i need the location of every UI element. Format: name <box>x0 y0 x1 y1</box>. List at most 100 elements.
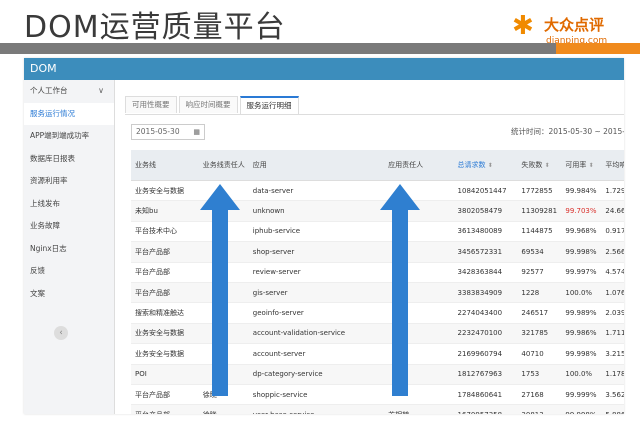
tab-availability-summary[interactable]: 可用性概要 <box>125 96 177 113</box>
table-cell-rate: 99.984% <box>561 180 602 202</box>
table-cell-total: 3428363844 <box>453 262 518 283</box>
table-cell-app: account-validation-service <box>248 323 385 345</box>
sidebar-item-label: APP端到端成功率 <box>30 131 90 140</box>
sidebar-item-release[interactable]: 上线发布 <box>24 193 114 216</box>
sidebar-item-label: 文案 <box>30 288 45 298</box>
table-cell-total: 3613480089 <box>453 221 518 243</box>
table-cell-total: 1670957358 <box>453 404 518 414</box>
table-cell-bu: 平台产品部 <box>131 241 199 263</box>
table-cell-avg: 2.03951m <box>601 302 624 324</box>
calendar-icon: ▦ <box>193 128 200 136</box>
sort-icon: ⬍ <box>544 162 550 169</box>
arrow-shape <box>380 184 420 396</box>
sidebar: 个人工作台 ∨ 服务运行情况 APP端到端成功率 数据库日报表 资源利用率 上线… <box>24 80 115 414</box>
table-cell-app: review-server <box>248 262 385 283</box>
sidebar-item-label: 服务运行情况 <box>30 108 75 118</box>
sidebar-item-label: 资源利用率 <box>30 176 68 185</box>
table-cell-fail: 246517 <box>517 302 562 324</box>
app-topbar: DOM <box>24 58 624 80</box>
table-cell-app: geoinfo-server <box>248 302 385 324</box>
col-app[interactable]: 应用 <box>248 150 385 181</box>
table-cell-rate: 99.968% <box>561 221 602 243</box>
table-cell-rate: 99.989% <box>561 302 602 324</box>
col-total-requests[interactable]: 总请求数 ⬍ <box>453 150 518 181</box>
table-cell-avg: 1.07634m <box>601 282 624 304</box>
sidebar-item-feedback[interactable]: 反馈 <box>24 260 114 283</box>
table-cell-fail: 1144875 <box>517 221 562 243</box>
table-cell-bu: 平台产品部 <box>131 384 199 406</box>
sort-icon: ⬍ <box>487 162 493 169</box>
table-cell-avg: 3.56255m <box>601 384 624 406</box>
table-cell-rate: 100.0% <box>561 364 602 385</box>
table-cell-app: gis-server <box>248 282 385 304</box>
col-failures[interactable]: 失败数 ⬍ <box>517 150 562 181</box>
table-cell-avg: 1.72921m <box>601 180 624 202</box>
table-cell-fail: 321785 <box>517 323 562 345</box>
chevron-down-icon: ∨ <box>98 86 104 95</box>
table-cell-total: 2169960794 <box>453 343 518 365</box>
date-value: 2015-05-30 <box>136 127 180 136</box>
tab-divider <box>125 114 624 115</box>
table-cell-fail: 92577 <box>517 262 562 283</box>
sidebar-item-nginx[interactable]: Nginx日志 <box>24 238 114 261</box>
sidebar-item-incident[interactable]: 业务故障 <box>24 215 114 238</box>
sidebar-item-db-report[interactable]: 数据库日报表 <box>24 148 114 171</box>
table-cell-app-owner: 苏相堃 <box>384 404 454 414</box>
table-cell-bu: 平台产品部 <box>131 282 199 304</box>
table-cell-avg: 1.17862m <box>601 364 624 385</box>
col-bu-owner[interactable]: 业务线责任人 <box>198 150 249 181</box>
table-cell-avg: 4.5746ms <box>601 262 624 283</box>
table-cell-bu: 平台技术中心 <box>131 221 199 243</box>
table-cell-total: 3802058479 <box>453 200 518 222</box>
sidebar-item-label: 数据库日报表 <box>30 153 75 163</box>
col-bu[interactable]: 业务线 <box>131 150 199 181</box>
table-cell-fail: 27168 <box>517 384 562 406</box>
date-picker[interactable]: 2015-05-30 ▦ <box>131 124 205 140</box>
sidebar-item-workbench[interactable]: 个人工作台 ∨ <box>24 80 114 103</box>
sidebar-item-label: 业务故障 <box>30 221 60 230</box>
table-cell-total: 3383834909 <box>453 282 518 304</box>
table-cell-rate: 99.703% <box>561 200 602 222</box>
tab-response-summary[interactable]: 响应时间概要 <box>178 96 238 113</box>
table-cell-fail: 1228 <box>517 282 562 304</box>
table-cell-bu: 业务安全与数据 <box>131 180 199 202</box>
col-availability[interactable]: 可用率 ⬍ <box>561 150 602 181</box>
table-cell-app: iphub-service <box>248 221 385 243</box>
table-cell-bu: POI <box>131 364 199 385</box>
sidebar-item-docs[interactable]: 文案 <box>24 283 114 306</box>
sidebar-item-service-status[interactable]: 服务运行情况 <box>24 102 114 125</box>
up-arrow-left <box>200 184 240 396</box>
col-avg-response[interactable]: 平均响应应 <box>601 150 624 181</box>
slide-header-bar <box>0 43 556 54</box>
table-cell-rate: 99.998% <box>561 404 602 414</box>
sidebar-item-label: Nginx日志 <box>30 243 67 253</box>
table-cell-rate: 99.998% <box>561 343 602 365</box>
sidebar-item-label: 上线发布 <box>30 198 60 208</box>
table-cell-fail: 1772855 <box>517 180 562 202</box>
table-cell-bu: 业务安全与数据 <box>131 323 199 345</box>
logo-brand: 大众点评 <box>544 16 605 34</box>
table-cell-app: user-base-service <box>248 404 385 414</box>
table-row[interactable]: 平台产品部徐晓user-base-service苏相堃1670957358308… <box>131 404 624 414</box>
table-cell-app: shop-server <box>248 241 385 263</box>
table-cell-rate: 99.986% <box>561 323 602 345</box>
table-cell-total: 3456572331 <box>453 241 518 263</box>
collapse-sidebar-icon[interactable]: ‹ <box>54 326 68 340</box>
table-cell-fail: 1753 <box>517 364 562 385</box>
table-cell-app: unknown <box>248 200 385 222</box>
stats-time-range: 统计时间：2015-05-30 ~ 2015-05-3 <box>511 127 624 136</box>
table-cell-rate: 100.0% <box>561 282 602 304</box>
table-cell-bu: 平台产品部 <box>131 404 199 414</box>
table-cell-owner: 徐晓 <box>198 404 249 414</box>
sidebar-item-app-success[interactable]: APP端到端成功率 <box>24 125 114 148</box>
tab-bar: 可用性概要 响应时间概要 服务运行明细 <box>125 96 301 114</box>
sidebar-item-label: 个人工作台 <box>30 86 68 95</box>
table-cell-fail: 11309281 <box>517 200 562 222</box>
table-cell-fail: 69534 <box>517 241 562 263</box>
table-cell-fail: 30813 <box>517 404 562 414</box>
table-cell-avg: 3.21524m <box>601 343 624 365</box>
table-cell-app: shoppic-service <box>248 384 385 406</box>
col-app-owner[interactable]: 应用责任人 <box>384 150 454 181</box>
tab-service-detail[interactable]: 服务运行明细 <box>239 96 299 114</box>
sidebar-item-resource[interactable]: 资源利用率 <box>24 170 114 193</box>
